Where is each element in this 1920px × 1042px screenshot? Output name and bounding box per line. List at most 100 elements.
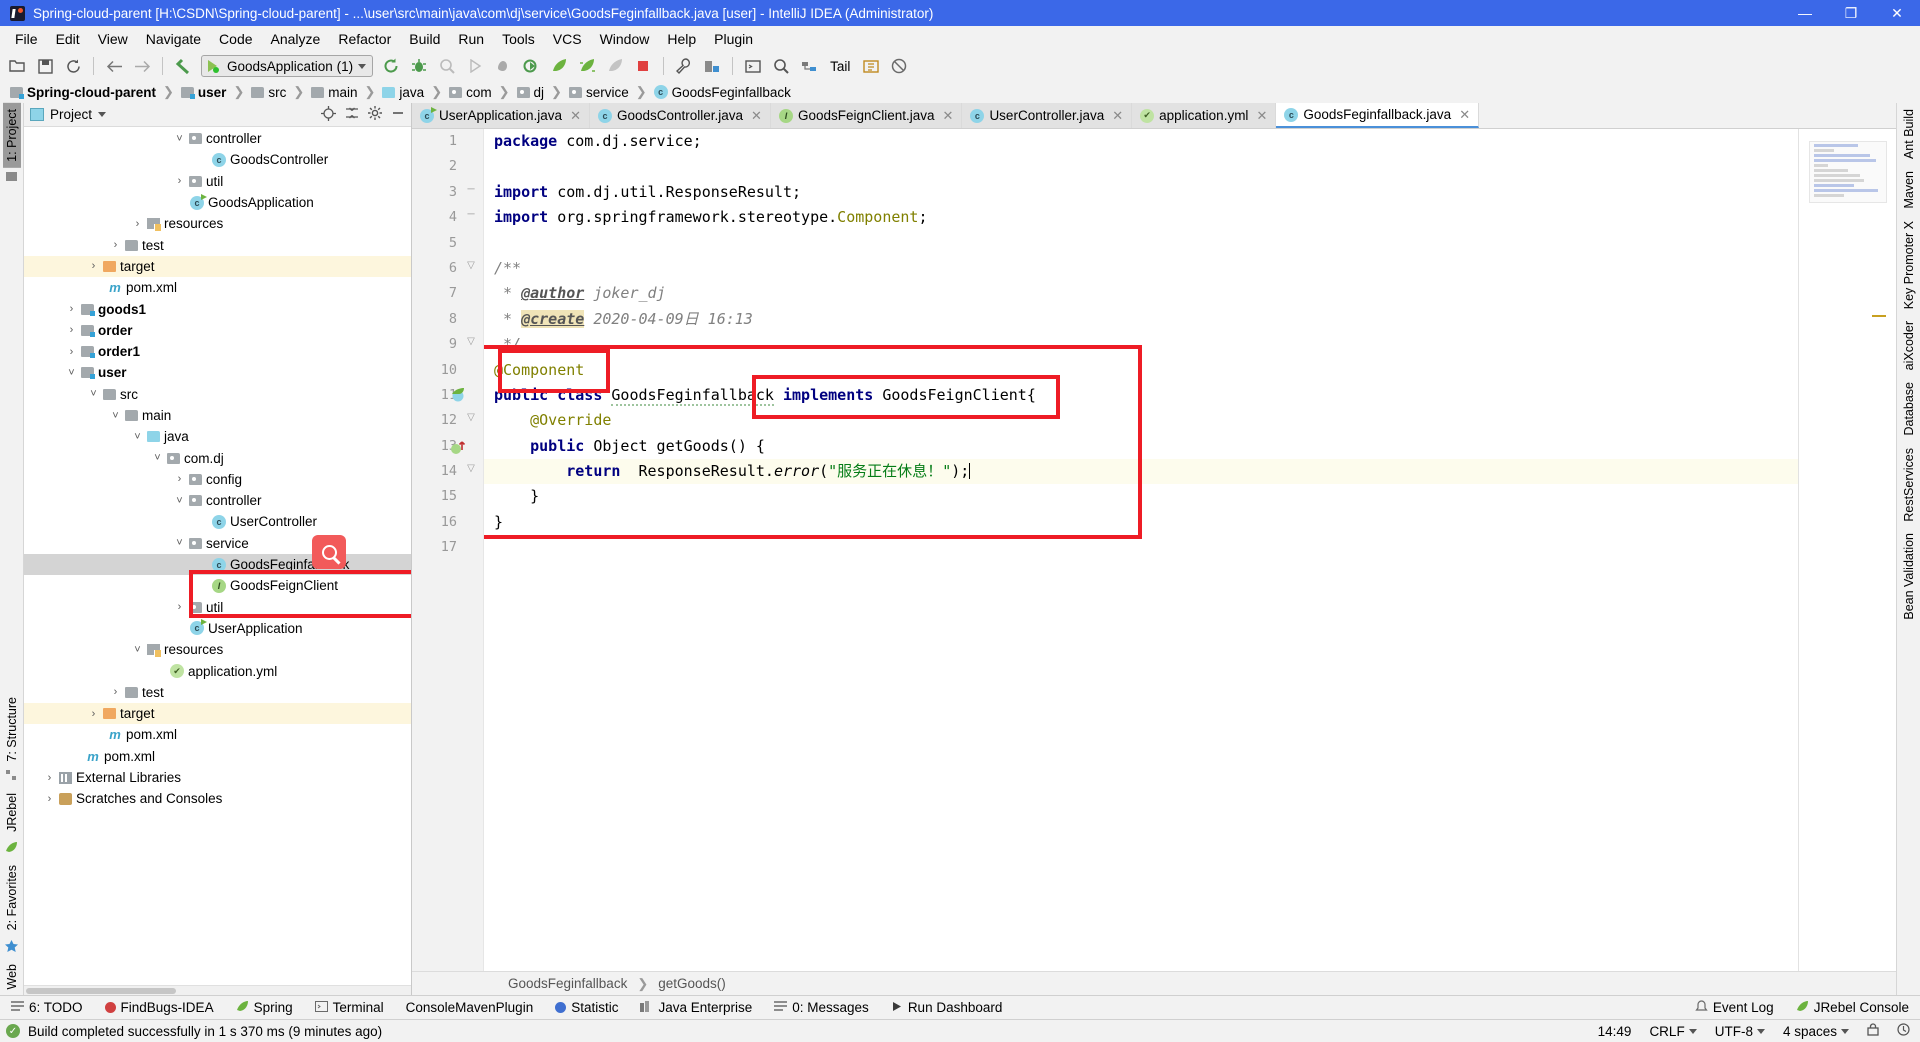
maximize-button[interactable]: ❐ [1828, 0, 1874, 26]
run-with-icon[interactable] [518, 54, 544, 78]
chevron-right-icon[interactable]: › [88, 708, 99, 720]
toolwindow-messages[interactable]: 0: Messages [763, 1000, 880, 1015]
chevron-down-icon[interactable]: ˅ [152, 452, 163, 464]
settings-wrench-icon[interactable] [671, 54, 697, 78]
chevron-right-icon[interactable]: › [174, 473, 185, 485]
menu-tools[interactable]: Tools [493, 29, 544, 49]
hide-panel-icon[interactable] [391, 106, 405, 123]
stop-red-icon[interactable] [630, 54, 656, 78]
structure-icon[interactable] [5, 767, 18, 787]
close-icon[interactable]: ✕ [943, 108, 954, 124]
fold-handle-icon[interactable]: ▽ [465, 412, 477, 424]
tree-row-test-user[interactable]: › test [24, 682, 411, 703]
toolwindow-consolemavenplugin[interactable]: ConsoleMavenPlugin [395, 1000, 545, 1015]
run-icon[interactable] [462, 54, 488, 78]
chevron-down-icon[interactable] [98, 112, 107, 117]
fold-handle-icon[interactable]: ▽ [465, 463, 477, 475]
fold-handle-icon[interactable]: ▽ [465, 336, 477, 348]
tree-row-order[interactable]: › order [24, 320, 411, 341]
chevron-right-icon[interactable]: › [174, 175, 185, 187]
project-structure-icon[interactable] [699, 54, 725, 78]
back-arrow-icon[interactable] [101, 54, 127, 78]
module-strip-icon[interactable] [5, 168, 18, 188]
tree-row-target[interactable]: › target [24, 255, 411, 278]
forward-arrow-icon[interactable] [129, 54, 155, 78]
chevron-down-icon[interactable] [358, 63, 367, 69]
chevron-right-icon[interactable]: › [66, 303, 77, 315]
sidebar-item-structure[interactable]: 7: Structure [3, 691, 21, 768]
jrebel-run-icon[interactable] [546, 54, 572, 78]
sidebar-item-bean-validation[interactable]: Bean Validation [1900, 527, 1918, 626]
chevron-down-icon[interactable]: ˅ [132, 431, 143, 443]
status-encoding[interactable]: UTF-8 [1715, 1024, 1753, 1039]
tree-row-pomxml-root[interactable]: m pom.xml [24, 746, 411, 767]
coverage-icon[interactable] [434, 54, 460, 78]
tree-row-goodsfeginfallback[interactable]: c GoodsFeginfallback [24, 553, 411, 576]
tree-row-applicationyml[interactable]: ✔ application.yml [24, 660, 411, 681]
spring-bean-gutter-icon[interactable] [450, 387, 466, 406]
chevron-down-icon[interactable] [1756, 1028, 1765, 1034]
save-all-icon[interactable] [32, 54, 58, 78]
menu-analyze[interactable]: Analyze [262, 29, 330, 49]
tree-row-userapplication[interactable]: c UserApplication [24, 618, 411, 639]
breadcrumb-item-user[interactable]: user [179, 85, 229, 100]
chevron-down-icon[interactable] [1688, 1028, 1697, 1034]
menu-edit[interactable]: Edit [47, 29, 89, 49]
sync-icon[interactable] [60, 54, 86, 78]
debug-icon[interactable] [406, 54, 432, 78]
menu-run[interactable]: Run [449, 29, 493, 49]
menu-view[interactable]: View [89, 29, 137, 49]
editor-minimap[interactable] [1809, 141, 1887, 203]
chevron-right-icon[interactable]: › [132, 218, 143, 230]
attach-icon[interactable] [490, 54, 516, 78]
sidebar-item-restservices[interactable]: RestServices [1900, 442, 1918, 528]
close-icon[interactable]: ✕ [570, 108, 581, 124]
implementing-method-gutter-icon[interactable] [450, 439, 466, 458]
toolwindow-event-log[interactable]: Event Log [1684, 1000, 1785, 1015]
tree-row-util-user[interactable]: › util [24, 597, 411, 618]
fold-handle-icon[interactable]: ─ [465, 209, 477, 221]
close-button[interactable]: ✕ [1874, 0, 1920, 26]
tree-row-usercontroller[interactable]: c UserController [24, 511, 411, 532]
menu-vcs[interactable]: VCS [544, 29, 591, 49]
tree-row-goodsapplication[interactable]: c GoodsApplication [24, 192, 411, 213]
fold-handle-icon[interactable]: ─ [465, 184, 477, 196]
collapse-all-icon[interactable] [345, 106, 359, 123]
minimize-button[interactable]: — [1782, 0, 1828, 26]
status-indent[interactable]: 4 spaces [1783, 1024, 1837, 1039]
chevron-right-icon[interactable]: › [110, 686, 121, 698]
tree-row-comdj[interactable]: ˅ com.dj [24, 447, 411, 468]
toolwindow-spring[interactable]: Spring [225, 1000, 304, 1015]
tree-row-src[interactable]: ˅ src [24, 384, 411, 405]
close-icon[interactable]: ✕ [1112, 108, 1123, 124]
breadcrumb-item-src[interactable]: src [249, 85, 288, 100]
tree-row-pomxml-user[interactable]: m pom.xml [24, 724, 411, 745]
chevron-right-icon[interactable]: › [88, 260, 99, 272]
block-icon[interactable] [886, 54, 912, 78]
tab-applicationyml[interactable]: ✔ application.yml ✕ [1132, 103, 1277, 128]
menu-refactor[interactable]: Refactor [329, 29, 400, 49]
tree-row-main[interactable]: ˅ main [24, 405, 411, 426]
menu-navigate[interactable]: Navigate [137, 29, 210, 49]
tab-usercontroller[interactable]: c UserController.java ✕ [962, 103, 1133, 128]
chevron-right-icon[interactable]: › [66, 346, 77, 358]
sidebar-item-project[interactable]: 1: Project [2, 103, 21, 168]
menu-help[interactable]: Help [658, 29, 705, 49]
event-icon[interactable] [1897, 1023, 1910, 1039]
menu-window[interactable]: Window [591, 29, 659, 49]
chevron-down-icon[interactable]: ˅ [132, 644, 143, 656]
tree-row-config[interactable]: › config [24, 469, 411, 490]
breadcrumb-item-service[interactable]: service [567, 85, 631, 100]
toolwindow-findbugs[interactable]: FindBugs-IDEA [94, 1000, 225, 1015]
editor-gutter[interactable]: 1 2 3 4 5 6 7 8 9 10 11 12 13 14 15 16 1 [412, 129, 484, 971]
chevron-right-icon[interactable]: › [66, 324, 77, 336]
tree-row-java[interactable]: ˅ java [24, 426, 411, 447]
jrebel-disabled-icon[interactable] [602, 54, 628, 78]
tree-row-util[interactable]: › util [24, 171, 411, 192]
chevron-down-icon[interactable]: ˅ [174, 537, 185, 549]
toolwindow-run-dashboard[interactable]: Run Dashboard [880, 1000, 1014, 1015]
project-tree-horizontal-scrollbar[interactable] [24, 985, 411, 995]
breadcrumb-item-dj[interactable]: dj [515, 85, 547, 100]
rerun-icon[interactable] [378, 54, 404, 78]
jrebel-leaf-icon[interactable] [5, 838, 18, 859]
